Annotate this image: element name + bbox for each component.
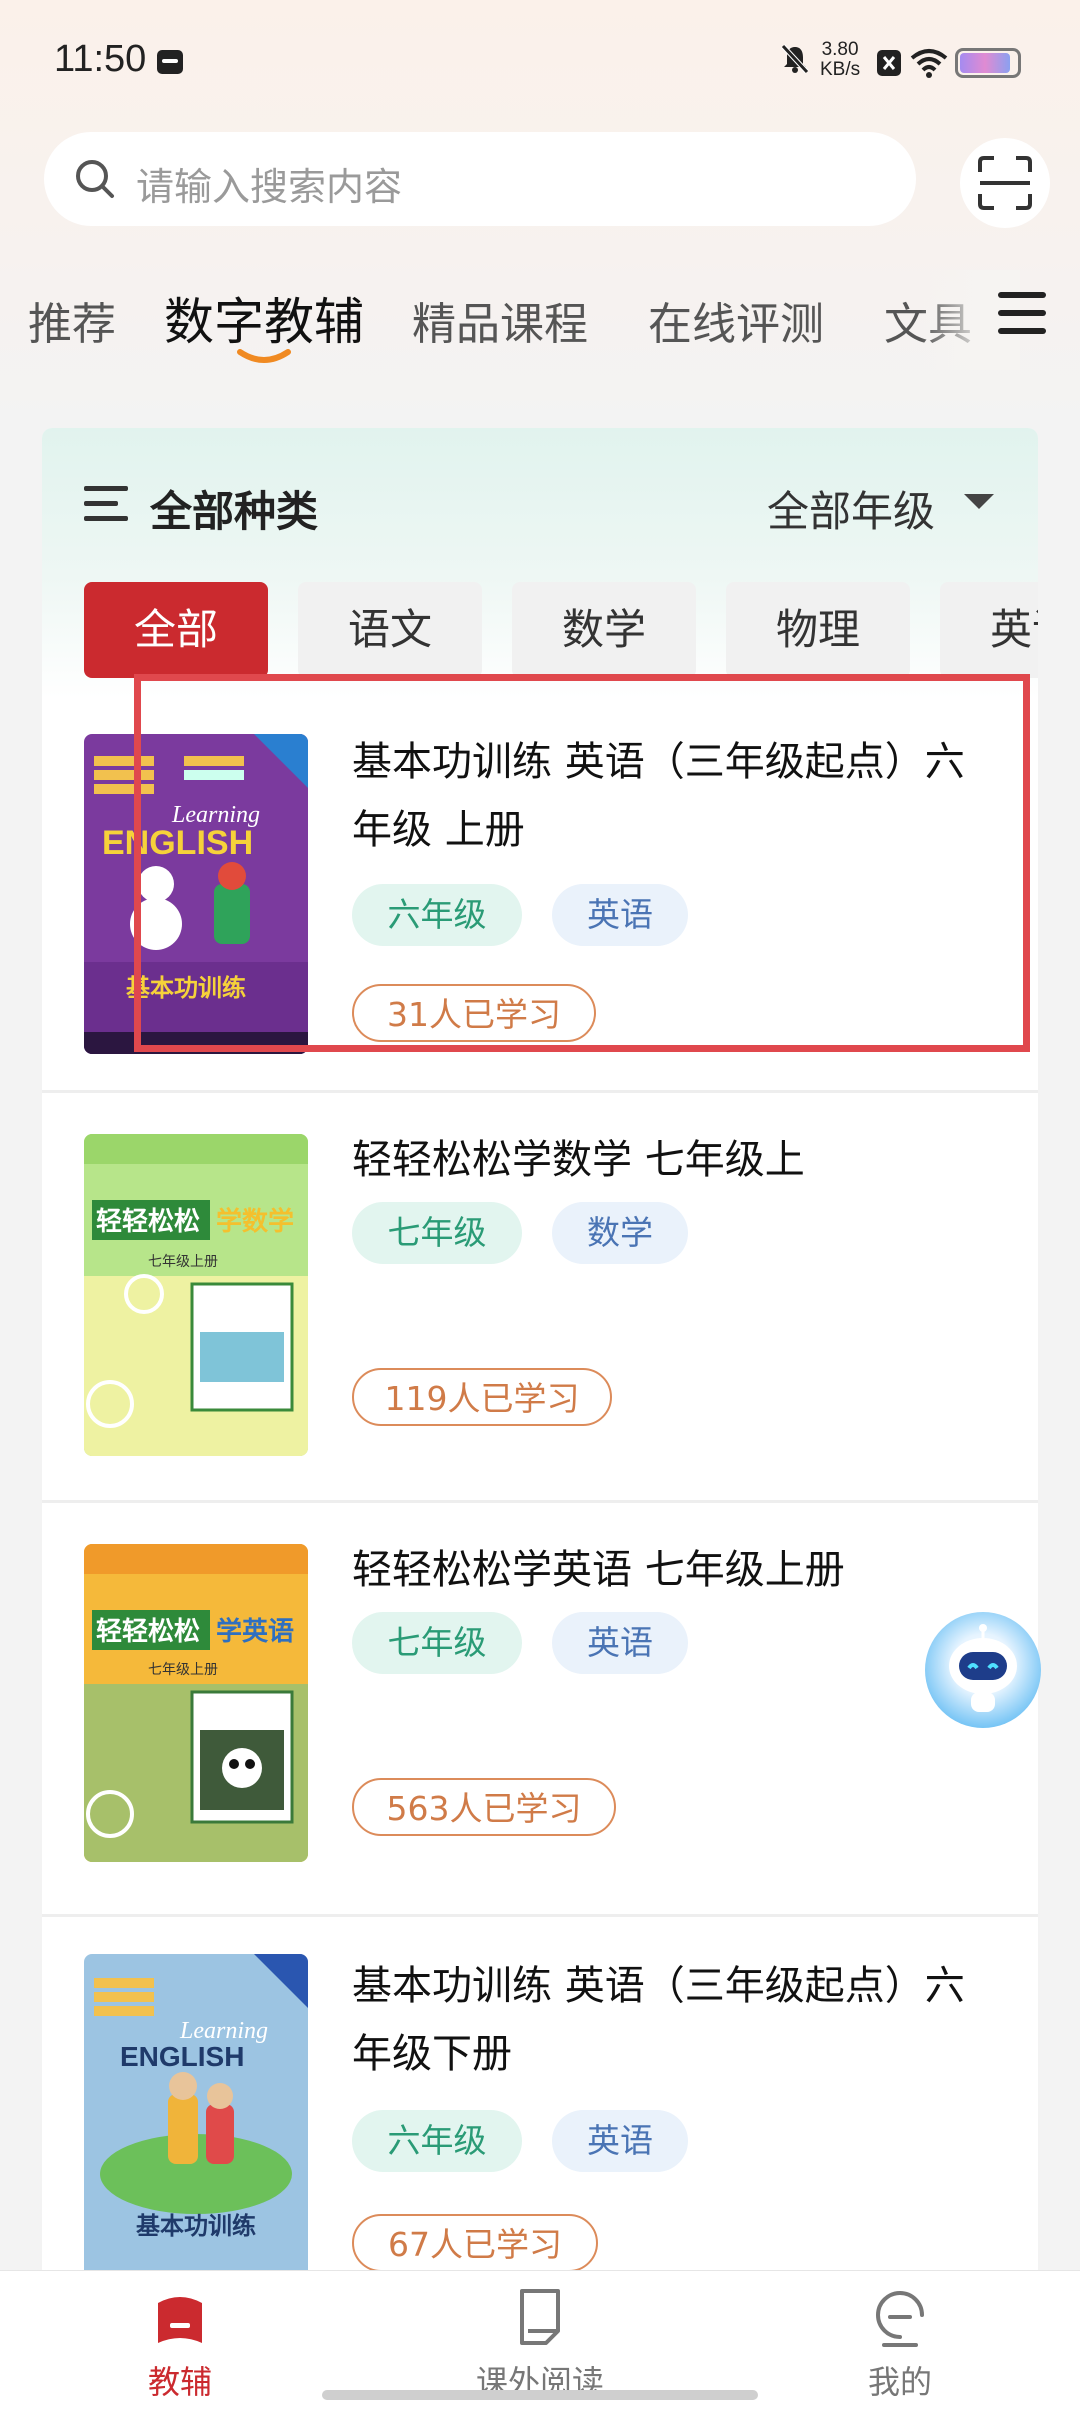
reading-icon [520,2289,560,2345]
chip-chinese[interactable]: 语文 [298,582,482,678]
profile-icon [876,2291,924,2347]
book-item[interactable]: 轻轻松松 学英语 七年级上册 轻轻松松学英语 七年级上册 七年级 英语 563人… [42,1500,1038,1917]
network-speed-value: 3.80 [821,39,859,60]
book-item[interactable]: 轻轻松松 学数学 七年级上册 轻轻松松学数学 七年级上 七年级 数学 119人已… [42,1090,1038,1503]
nav-mine[interactable]: 我的 [800,2271,1000,2409]
cover-main-text: ENGLISH [120,2041,244,2072]
tab-recommend[interactable]: 推荐 [28,288,116,352]
chip-math[interactable]: 数学 [512,582,696,678]
all-kinds-filter[interactable]: 全部种类 [150,478,318,539]
nav-extracurricular-reading[interactable]: 课外阅读 [440,2271,640,2409]
book-cover-math-green-icon: 轻轻松松 学数学 七年级上册 [84,1134,308,1456]
menu-icon[interactable] [998,292,1046,336]
chevron-down-icon [964,494,994,509]
filter-header: 全部种类 全部年级 全部 语文 数学 物理 英语 [42,428,1038,698]
battery-level [960,53,1010,73]
cover-main-text: 学数学 [216,1206,294,1237]
nav-tutoring[interactable]: 教辅 [80,2271,280,2409]
learned-count: 119人已学习 [352,1368,612,1426]
highlight-box [134,674,1030,1052]
chip-all[interactable]: 全部 [84,582,268,678]
list-filter-icon [84,486,128,522]
book-cover: Learning ENGLISH 基本功训练 [84,1954,308,2288]
cover-bottom-text: 七年级上册 [148,1254,218,1270]
book-cover-english-blue-icon: Learning ENGLISH 基本功训练 [84,1954,308,2288]
book-title: 轻轻松松学英语 七年级上册 [352,1547,845,1593]
chip-physics[interactable]: 物理 [726,582,910,678]
grade-tag: 七年级 [352,1612,522,1674]
sim-off-icon [877,50,901,76]
cover-top-text: 轻轻松松 [96,1207,200,1237]
book-cover: 轻轻松松 学英语 七年级上册 [84,1544,308,1862]
assistant-robot-button[interactable] [925,1612,1041,1728]
cover-top-text: 轻轻松松 [96,1617,200,1647]
scan-icon [978,156,1032,210]
nav-mine-label: 我的 [867,2363,932,2401]
cover-bottom-text: 基本功训练 [136,2212,256,2240]
cover-main-text: 学英语 [216,1616,294,1647]
active-tab-indicator [237,349,291,363]
network-speed: 3.80 KB/s [820,40,860,80]
all-grades-dropdown[interactable]: 全部年级 [767,478,935,539]
bottom-navigation: 教辅 课外阅读 我的 [0,2270,1080,2409]
search-icon [76,160,114,198]
mute-bell-icon [781,44,809,74]
status-time: 11:50 [54,38,147,80]
book-cover: 轻轻松松 学数学 七年级上册 [84,1134,308,1456]
status-bar: 11:50 3.80 KB/s [0,0,1080,120]
book-title: 轻轻松松学数学 七年级上 [352,1137,805,1183]
learned-count: 563人已学习 [352,1778,616,1836]
cover-bottom-text: 七年级上册 [148,1662,218,1678]
book-cover-english-yellow-icon: 轻轻松松 学英语 七年级上册 [84,1544,308,1862]
scan-button[interactable] [960,138,1050,228]
subject-tag: 数学 [552,1202,688,1264]
chip-english[interactable]: 英语 [940,582,1038,678]
search-bar[interactable]: 请输入搜索内容 [44,132,916,226]
tab-online-assessment[interactable]: 在线评测 [648,288,824,352]
book-item[interactable]: Learning ENGLISH 基本功训练 基本功训练 英语（三年级起点）六年… [42,1914,1038,2288]
subject-tag: 英语 [552,2110,688,2172]
robot-icon [949,1624,1017,1712]
tab-premium-courses[interactable]: 精品课程 [412,288,588,352]
category-tabs: 推荐 数字教辅 精品课程 在线评测 文具 [0,270,1080,370]
home-indicator [322,2390,758,2400]
network-speed-unit: KB/s [820,59,861,80]
grade-tag: 七年级 [352,1202,522,1264]
grade-tag: 六年级 [352,2110,522,2172]
calendar-icon [157,50,183,74]
tab-digital-tutoring[interactable]: 数字教辅 [164,282,364,354]
battery-icon [955,48,1021,78]
nav-tutoring-label: 教辅 [147,2363,212,2401]
book-icon [158,2297,202,2343]
search-placeholder: 请输入搜索内容 [136,165,403,209]
wifi-icon [910,49,948,78]
learned-count: 67人已学习 [352,2214,598,2272]
subject-tag: 英语 [552,1612,688,1674]
book-title: 基本功训练 英语（三年级起点）六年级下册 [352,1963,965,2077]
